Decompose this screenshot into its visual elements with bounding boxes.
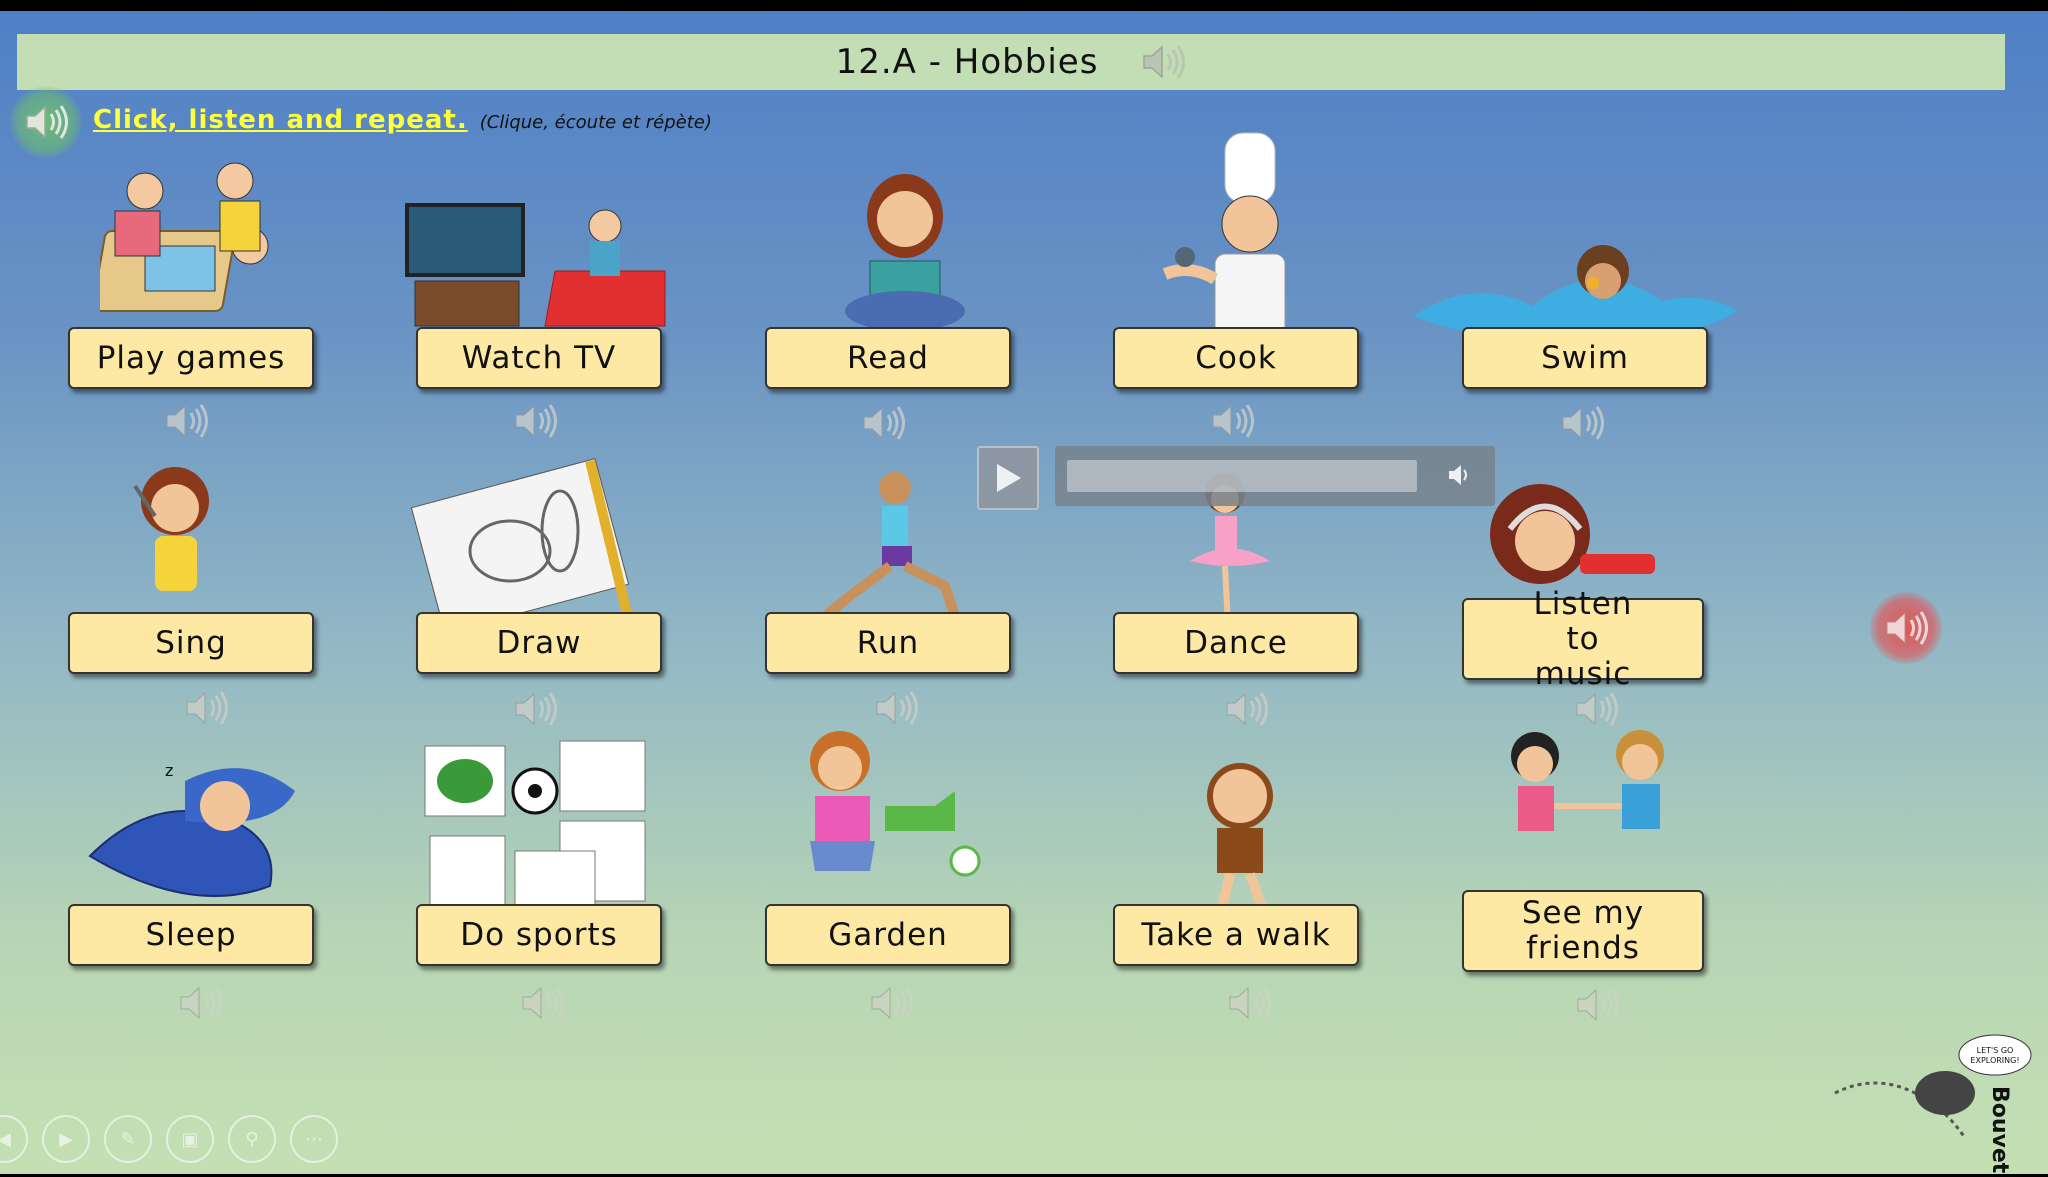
board-game-icon[interactable] bbox=[100, 151, 280, 331]
next-button[interactable]: ▶ bbox=[42, 1115, 90, 1163]
title-speaker-icon[interactable] bbox=[1140, 42, 1186, 82]
card-label-play-games[interactable]: Play games bbox=[68, 327, 314, 389]
card-label-dance[interactable]: Dance bbox=[1113, 612, 1359, 674]
previous-button[interactable]: ◀ bbox=[0, 1115, 28, 1163]
page-title: 12.A - Hobbies bbox=[835, 42, 1099, 82]
zoom-button[interactable]: ⚲ bbox=[228, 1115, 276, 1163]
seek-bar[interactable] bbox=[1067, 460, 1417, 492]
speaker-icon[interactable] bbox=[512, 689, 558, 729]
speaker-icon[interactable] bbox=[1226, 983, 1272, 1023]
speaker-icon[interactable] bbox=[1209, 401, 1255, 441]
more-button[interactable]: ⋯ bbox=[290, 1115, 338, 1163]
chef-icon[interactable] bbox=[1145, 129, 1305, 339]
title-bar: 12.A - Hobbies bbox=[17, 34, 2005, 90]
speaker-icon[interactable] bbox=[163, 401, 209, 441]
speaker-icon[interactable] bbox=[183, 688, 229, 728]
instruction: Click, listen and repeat. (Clique, écout… bbox=[93, 105, 712, 135]
slides-button[interactable]: ▣ bbox=[166, 1115, 214, 1163]
speaker-icon bbox=[1886, 611, 1928, 645]
card-label-garden[interactable]: Garden bbox=[765, 904, 1011, 966]
instruction-translation: (Clique, écoute et répète) bbox=[479, 112, 712, 133]
speaker-icon[interactable] bbox=[1223, 689, 1269, 729]
card-label-run[interactable]: Run bbox=[765, 612, 1011, 674]
card-label-take-a-walk[interactable]: Take a walk bbox=[1113, 904, 1359, 966]
slide: 12.A - Hobbies Click, listen and repeat.… bbox=[0, 11, 2048, 1174]
microphone-icon[interactable] bbox=[75, 456, 245, 616]
active-speaker-button[interactable] bbox=[1870, 592, 1942, 664]
card-label-listen-to-music[interactable]: Listen to music bbox=[1462, 586, 1704, 691]
sketchbook-icon[interactable] bbox=[405, 451, 650, 631]
player-bar bbox=[1055, 446, 1495, 506]
speaker-icon[interactable] bbox=[860, 403, 906, 443]
brand-label: Bouvet bbox=[1987, 1086, 2012, 1174]
tv-icon[interactable] bbox=[405, 201, 675, 331]
speaker-icon[interactable] bbox=[519, 983, 565, 1023]
speaker-icon[interactable] bbox=[1573, 689, 1619, 729]
chevron-left-icon: ◀ bbox=[0, 1128, 11, 1150]
card-label-do-sports[interactable]: Do sports bbox=[416, 904, 662, 966]
speaker-icon[interactable] bbox=[1574, 985, 1620, 1025]
speaker-icon[interactable] bbox=[512, 401, 558, 441]
instruction-speaker-button[interactable] bbox=[10, 86, 82, 158]
walking-boy-icon[interactable] bbox=[1185, 756, 1295, 921]
speaker-icon[interactable] bbox=[873, 688, 919, 728]
instruction-link[interactable]: Click, listen and repeat. bbox=[93, 105, 468, 135]
play-button[interactable] bbox=[977, 446, 1039, 510]
sports-icon[interactable] bbox=[420, 736, 655, 921]
slides-icon: ▣ bbox=[181, 1128, 199, 1150]
card-label-sing[interactable]: Sing bbox=[68, 612, 314, 674]
audio-player bbox=[977, 446, 1495, 510]
card-label-watch-tv[interactable]: Watch TV bbox=[416, 327, 662, 389]
svg-text:LET'S GO: LET'S GO bbox=[1977, 1046, 2014, 1055]
speaker-icon[interactable] bbox=[177, 983, 223, 1023]
speaker-icon[interactable] bbox=[868, 983, 914, 1023]
swimmer-icon[interactable] bbox=[1413, 211, 1738, 341]
more-icon: ⋯ bbox=[305, 1128, 323, 1150]
pillow-icon[interactable]: z bbox=[80, 746, 300, 911]
card-label-draw[interactable]: Draw bbox=[416, 612, 662, 674]
card-label-read[interactable]: Read bbox=[765, 327, 1011, 389]
pen-button[interactable]: ✎ bbox=[104, 1115, 152, 1163]
watering-can-icon[interactable] bbox=[775, 726, 990, 906]
play-icon bbox=[997, 464, 1021, 492]
speaker-icon bbox=[26, 105, 68, 139]
svg-text:EXPLORING!: EXPLORING! bbox=[1970, 1056, 2019, 1065]
volume-icon[interactable] bbox=[1447, 462, 1473, 488]
friends-icon[interactable] bbox=[1490, 726, 1680, 886]
book-icon[interactable] bbox=[830, 171, 980, 336]
runner-icon[interactable] bbox=[810, 466, 970, 631]
card-label-see-my-friends[interactable]: See my friends bbox=[1462, 890, 1704, 972]
headphones-icon[interactable] bbox=[1470, 479, 1670, 599]
magnifier-icon: ⚲ bbox=[245, 1128, 259, 1150]
chevron-right-icon: ▶ bbox=[59, 1128, 73, 1150]
speaker-icon[interactable] bbox=[1559, 403, 1605, 443]
card-label-swim[interactable]: Swim bbox=[1462, 327, 1708, 389]
pen-icon: ✎ bbox=[120, 1128, 136, 1150]
card-label-cook[interactable]: Cook bbox=[1113, 327, 1359, 389]
slideshow-controls: ◀ ▶ ✎ ▣ ⚲ ⋯ bbox=[0, 1115, 338, 1163]
svg-text:z: z bbox=[165, 761, 173, 780]
card-label-sleep[interactable]: Sleep bbox=[68, 904, 314, 966]
